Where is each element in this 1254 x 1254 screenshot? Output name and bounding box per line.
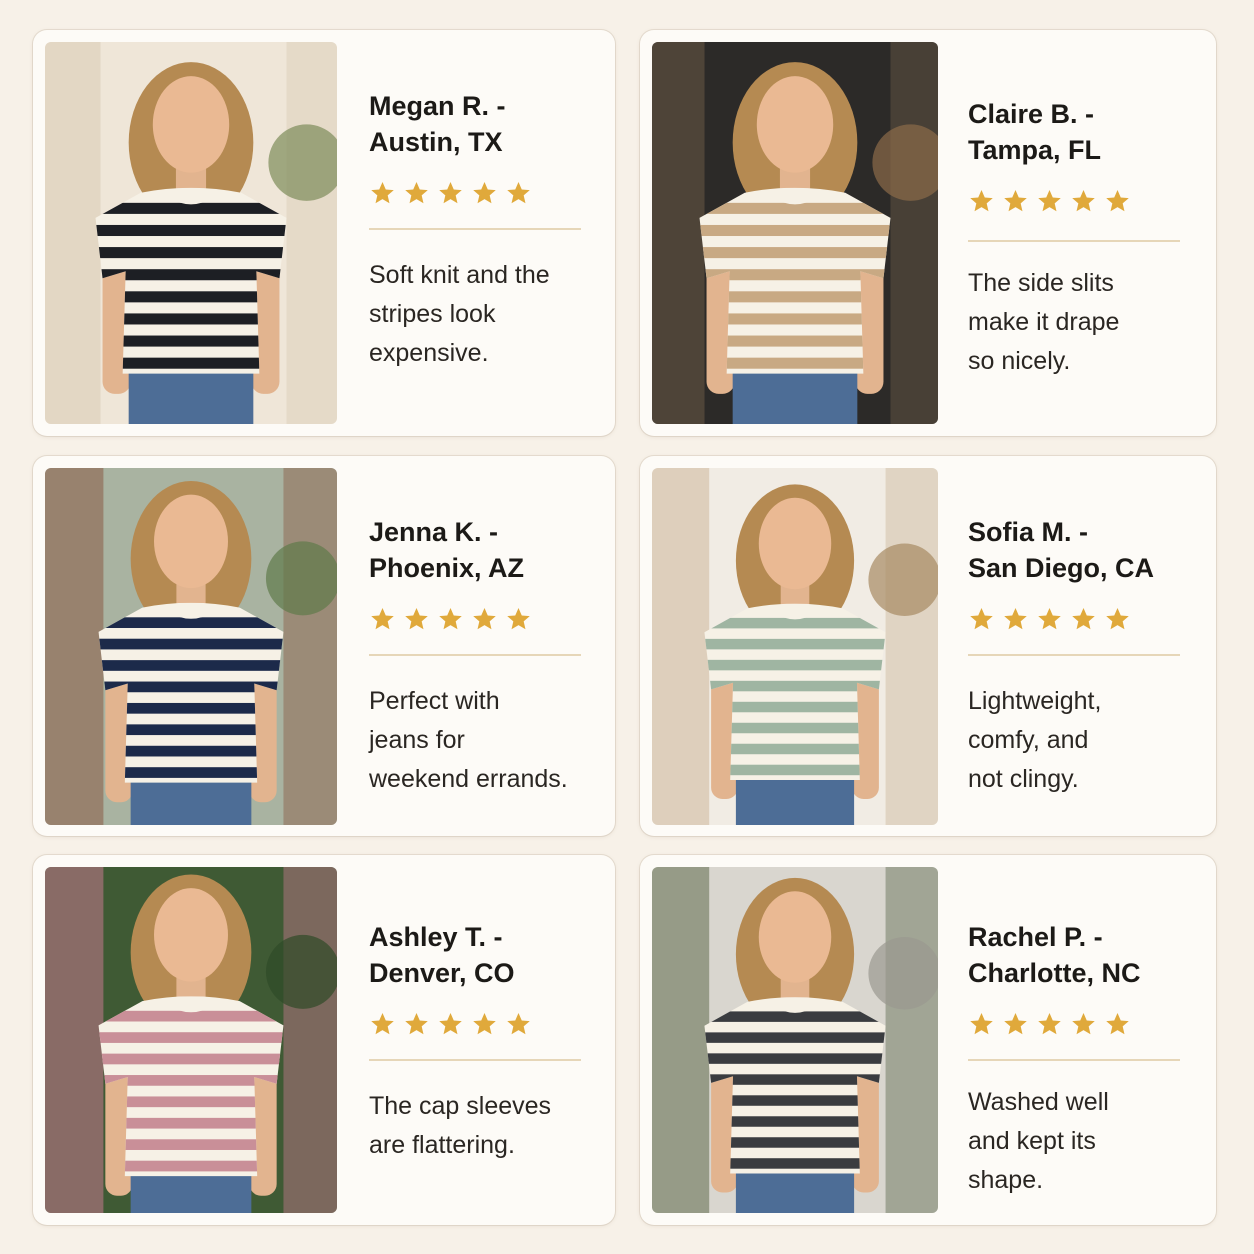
star-icon [1038,1012,1061,1034]
review-photo [652,468,938,825]
star-icon [1072,1012,1095,1034]
star-icon [405,181,428,203]
star-rating [369,604,581,634]
star-rating [369,178,581,208]
star-icon [439,181,462,203]
reviewer-name: Claire B. - Tampa, FL [968,99,1102,165]
star-icon [1106,1012,1129,1034]
review-photo [45,468,337,825]
star-rating [968,604,1180,634]
reviewer-name: Ashley T. - Denver, CO [369,922,515,988]
review-card: Jenna K. - Phoenix, AZ Perfect with jean… [33,456,615,836]
divider [369,654,581,656]
star-icon [507,1012,530,1034]
star-icon [1004,1012,1027,1034]
review-photo [652,867,938,1213]
star-icon [439,607,462,629]
review-photo [652,42,938,424]
divider [968,654,1180,656]
star-icon [371,607,394,629]
star-icon [1072,189,1095,211]
star-icon [1004,607,1027,629]
divider [369,1059,581,1061]
star-icon [1106,607,1129,629]
reviewer-name: Jenna K. - Phoenix, AZ [369,517,525,583]
star-icon [507,607,530,629]
star-icon [1072,607,1095,629]
divider [968,240,1180,242]
reviewer-name: Sofia M. - San Diego, CA [968,517,1155,583]
star-icon [371,1012,394,1034]
review-text: Washed well and kept its shape. [968,1088,1109,1194]
review-photo [45,867,337,1213]
review-text: Perfect with jeans for weekend errands. [369,687,568,793]
star-rating [968,1009,1180,1039]
review-text: Soft knit and the stripes look expensive… [369,261,550,367]
reviewer-name: Megan R. - Austin, TX [369,91,506,157]
review-card: Rachel P. - Charlotte, NC Washed well an… [640,855,1216,1225]
review-card: Sofia M. - San Diego, CA Lightweight, co… [640,456,1216,836]
star-icon [970,189,993,211]
star-rating [968,186,1180,216]
star-icon [473,181,496,203]
reviewer-name: Rachel P. - Charlotte, NC [968,922,1141,988]
review-text: The side slits make it drape so nicely. [968,269,1120,375]
star-icon [507,181,530,203]
star-icon [473,607,496,629]
star-icon [1004,189,1027,211]
star-icon [473,1012,496,1034]
star-icon [970,1012,993,1034]
star-icon [405,607,428,629]
divider [369,228,581,230]
star-icon [1038,607,1061,629]
star-icon [1038,189,1061,211]
review-card: Claire B. - Tampa, FL The side slits mak… [640,30,1216,436]
star-icon [371,181,394,203]
review-card: Ashley T. - Denver, CO The cap sleeves a… [33,855,615,1225]
review-card: Megan R. - Austin, TX Soft knit and the … [33,30,615,436]
star-rating [369,1009,581,1039]
divider [968,1059,1180,1061]
review-text: Lightweight, comfy, and not clingy. [968,687,1102,793]
review-text: The cap sleeves are flattering. [369,1092,552,1159]
star-icon [1106,189,1129,211]
star-icon [405,1012,428,1034]
star-icon [970,607,993,629]
review-photo [45,42,337,424]
star-icon [439,1012,462,1034]
